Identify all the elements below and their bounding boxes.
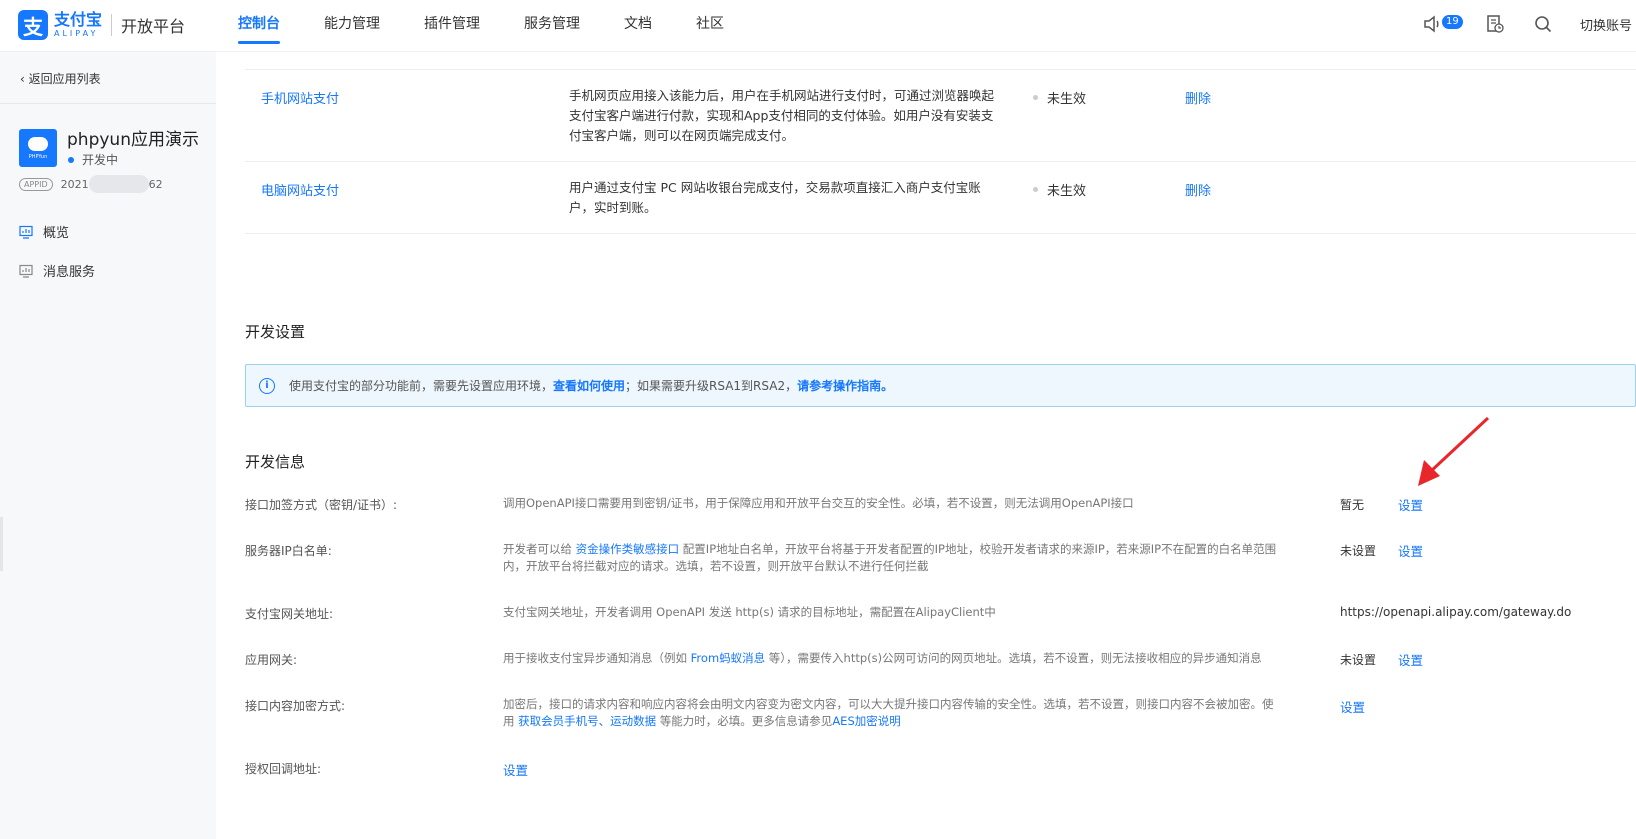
sidebar-item-label: 概览 (43, 226, 70, 241)
status-dot (1033, 187, 1038, 192)
sidebar: ‹ 返回应用列表 PHPYun phpyun应用演示 开发中 APPID 202… (0, 52, 216, 839)
operation-guide-link[interactable]: 请参考操作指南。 (797, 377, 893, 394)
nav-docs[interactable]: 文档 (624, 0, 652, 52)
app-avatar-text: PHPYun (28, 153, 48, 160)
nav-community[interactable]: 社区 (696, 0, 724, 52)
cloud-icon (28, 136, 48, 151)
capability-name-link[interactable]: 手机网站支付 (261, 88, 339, 107)
appid-tag: APPID (19, 177, 53, 191)
ip-whitelist-desc: 开发者可以给 资金操作类敏感接口 配置IP地址白名单，开放平台将基于开发者配置的… (503, 541, 1283, 575)
delete-button[interactable]: 删除 (1185, 180, 1211, 199)
sign-method-set-button[interactable]: 设置 (1398, 495, 1423, 514)
logo-divider (111, 14, 113, 36)
top-right-tools: 19 切换账号 (1422, 0, 1636, 48)
delete-button[interactable]: 删除 (1185, 88, 1211, 107)
alert-text: 使用支付宝的部分功能前，需要先设置应用环境， (289, 379, 554, 393)
sidebar-item-overview[interactable]: 概览 (19, 222, 69, 241)
sidebar-divider (0, 103, 216, 104)
top-bar: 支 支付宝 ALIPAY 开放平台 控制台 能力管理 插件管理 服务管理 文档 … (0, 0, 1636, 52)
app-gateway-label: 应用网关: (245, 653, 298, 667)
ip-whitelist-value: 未设置 (1340, 544, 1377, 558)
ant-message-link[interactable]: From蚂蚁消息 (691, 651, 766, 665)
status-dot (1033, 95, 1038, 100)
monitor-chart-icon (19, 264, 33, 278)
appid-prefix: 2021 (60, 177, 89, 191)
logo-en: ALIPAY (54, 29, 99, 38)
switch-account-link[interactable]: 切换账号 (1580, 15, 1632, 34)
member-phone-link[interactable]: 获取会员手机号 (518, 714, 599, 728)
auth-callback-label: 授权回调地址: (245, 762, 322, 776)
table-row: 电脑网站支付 用户通过支付宝 PC 网站收银台完成支付，交易款项直接汇入商户支付… (245, 162, 1636, 234)
sidebar-item-message[interactable]: 消息服务 (19, 261, 95, 280)
gateway-desc: 支付宝网关地址，开发者调用 OpenAPI 发送 http(s) 请求的目标地址… (503, 605, 996, 619)
sidebar-item-label: 消息服务 (43, 265, 96, 280)
how-to-use-link[interactable]: 查看如何使用 (553, 377, 625, 394)
logo-cn: 支付宝 (54, 10, 103, 29)
document-clock-icon[interactable] (1484, 13, 1506, 35)
ip-whitelist-set-button[interactable]: 设置 (1398, 541, 1423, 560)
app-status: 开发中 (68, 151, 118, 168)
nav-capability[interactable]: 能力管理 (324, 0, 380, 52)
capability-status-label: 未生效 (1047, 184, 1087, 199)
alipay-logo[interactable]: 支 支付宝 ALIPAY 开放平台 (18, 10, 185, 40)
app-name: phpyun应用演示 (67, 130, 199, 150)
sport-data-link[interactable]: 运动数据 (610, 714, 656, 728)
status-dot (68, 156, 74, 163)
app-gateway-value: 未设置 (1340, 653, 1377, 667)
capability-status: 未生效 (1033, 88, 1086, 107)
appid-row: APPID 2021 62 (19, 175, 163, 193)
aes-doc-link[interactable]: AES加密说明 (832, 714, 900, 728)
sign-method-label: 接口加签方式（密钥/证书）: (245, 498, 398, 512)
desc-text: 等），需要传入http(s)公网可访问的网页地址。选填，若不设置，则无法接收相应… (765, 651, 1262, 665)
encrypt-method-set-button[interactable]: 设置 (1340, 697, 1365, 716)
alert-text: ；如果需要升级RSA1到RSA2， (625, 379, 798, 393)
annotation-arrow-icon (1418, 416, 1490, 486)
encrypt-method-label: 接口内容加密方式: (245, 699, 346, 713)
capability-name-link[interactable]: 电脑网站支付 (261, 180, 339, 199)
encrypt-method-desc: 加密后，接口的请求内容和响应内容将会由明文内容变为密文内容，可以大大提升接口内容… (503, 696, 1283, 730)
gateway-label: 支付宝网关地址: (245, 607, 334, 621)
scroll-handle[interactable] (0, 517, 3, 571)
notification-speaker-icon[interactable]: 19 (1422, 13, 1463, 35)
main-content: 手机网站支付 手机网页应用接入该能力后，用户在手机网站进行支付时，可通过浏览器唤… (216, 52, 1636, 839)
nav-service[interactable]: 服务管理 (524, 0, 580, 52)
capability-status: 未生效 (1033, 180, 1086, 199)
desc-text: 用于接收支付宝异步通知消息（例如 (503, 651, 691, 665)
alipay-logo-icon: 支 (18, 10, 48, 40)
info-icon: i (259, 377, 275, 394)
app-gateway-desc: 用于接收支付宝异步通知消息（例如 From蚂蚁消息 等），需要传入http(s)… (503, 650, 1283, 667)
app-avatar: PHPYun (19, 129, 57, 167)
sign-method-value: 暂无 (1340, 498, 1365, 512)
appid-mask (88, 175, 149, 193)
capability-desc: 用户通过支付宝 PC 网站收银台完成支付，交易款项直接汇入商户支付宝账户，实时到… (569, 180, 981, 215)
ip-whitelist-label: 服务器IP白名单: (245, 544, 332, 558)
gateway-value: https://openapi.alipay.com/gateway.do (1340, 605, 1572, 619)
desc-separator: 、 (598, 714, 611, 728)
main-nav: 控制台 能力管理 插件管理 服务管理 文档 社区 (238, 0, 768, 52)
appid-suffix: 62 (148, 177, 163, 191)
table-row: 手机网站支付 手机网页应用接入该能力后，用户在手机网站进行支付时，可通过浏览器唤… (245, 70, 1636, 162)
sign-method-desc: 调用OpenAPI接口需要用到密钥/证书，用于保障应用和开放平台交互的安全性。必… (503, 496, 1134, 510)
desc-text: 等能力时，必填。更多信息请参见 (656, 714, 833, 728)
platform-title: 开放平台 (121, 17, 186, 36)
nav-console[interactable]: 控制台 (238, 0, 280, 52)
dev-info-title: 开发信息 (245, 453, 306, 471)
auth-callback-set-button[interactable]: 设置 (503, 760, 528, 779)
info-alert: i 使用支付宝的部分功能前，需要先设置应用环境， 查看如何使用 ；如果需要升级R… (245, 364, 1636, 407)
capability-status-label: 未生效 (1047, 92, 1087, 107)
chevron-left-icon: ‹ (20, 72, 29, 86)
logo-text: 支付宝 ALIPAY (54, 12, 102, 38)
notification-badge: 19 (1441, 15, 1463, 29)
nav-plugin[interactable]: 插件管理 (424, 0, 480, 52)
app-gateway-set-button[interactable]: 设置 (1398, 650, 1423, 669)
dev-settings-title: 开发设置 (245, 323, 306, 341)
sensitive-api-link[interactable]: 资金操作类敏感接口 (576, 542, 680, 556)
monitor-chart-icon (19, 225, 33, 239)
back-to-app-list[interactable]: ‹ 返回应用列表 (20, 70, 101, 87)
capability-desc: 手机网页应用接入该能力后，用户在手机网站进行支付时，可通过浏览器唤起支付宝客户端… (569, 88, 995, 143)
app-status-label: 开发中 (82, 153, 119, 167)
back-label: 返回应用列表 (28, 72, 101, 86)
desc-text: 开发者可以给 (503, 542, 576, 556)
search-icon[interactable] (1532, 13, 1554, 35)
